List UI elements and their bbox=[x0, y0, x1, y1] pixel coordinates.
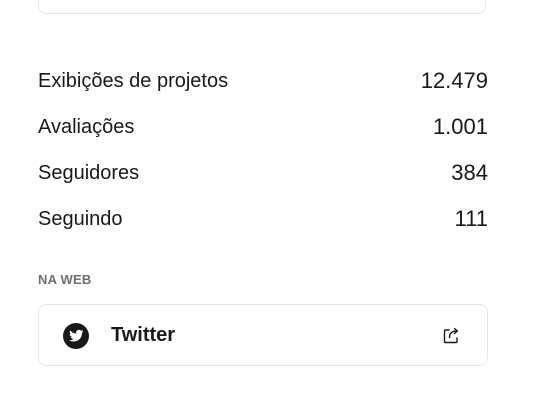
stat-label: Avaliações bbox=[38, 115, 135, 138]
stat-row-followers[interactable]: Seguidores 384 bbox=[38, 150, 488, 196]
twitter-icon bbox=[62, 322, 90, 350]
external-link-icon[interactable] bbox=[441, 324, 463, 346]
stat-value: 12.479 bbox=[420, 68, 488, 93]
web-section-title: NA WEB bbox=[38, 272, 92, 287]
profile-stats: Exibições de projetos 12.479 Avaliações … bbox=[38, 58, 488, 242]
stat-value[interactable]: 384 bbox=[451, 160, 488, 186]
stat-label[interactable]: Seguindo bbox=[38, 208, 123, 231]
stat-label: Exibições de projetos bbox=[38, 69, 229, 92]
stat-row-following[interactable]: Seguindo 111 bbox=[38, 196, 488, 242]
stat-row-project-views: Exibições de projetos 12.479 bbox=[38, 58, 488, 104]
twitter-link[interactable]: Twitter bbox=[38, 304, 488, 366]
stat-row-appreciations: Avaliações 1.001 bbox=[38, 104, 488, 150]
stat-label[interactable]: Seguidores bbox=[38, 162, 139, 185]
previous-card bbox=[38, 0, 486, 14]
twitter-label[interactable]: Twitter bbox=[111, 324, 175, 347]
stat-value: 1.001 bbox=[432, 114, 488, 139]
stat-value[interactable]: 111 bbox=[455, 206, 488, 232]
